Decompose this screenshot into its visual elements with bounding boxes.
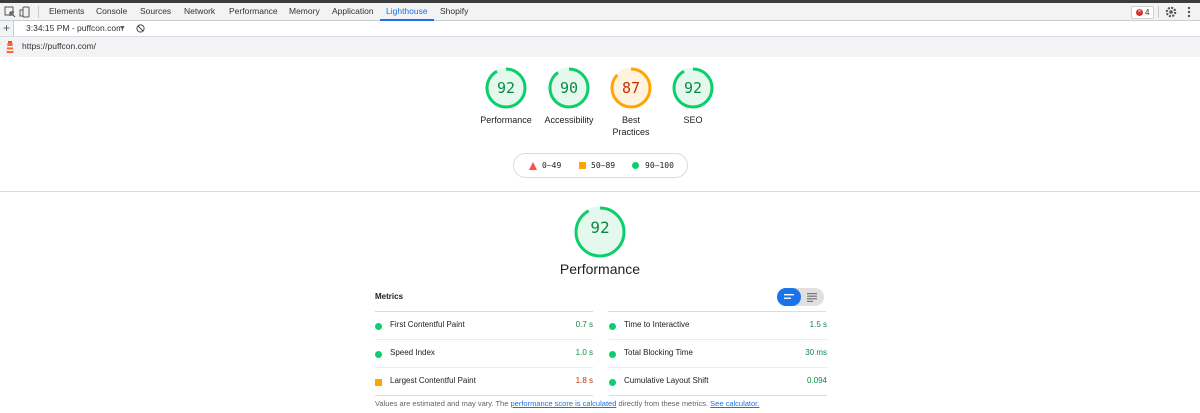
pass-circle-icon <box>609 379 616 386</box>
gauge-best-practices[interactable]: 87 Best Practices <box>599 66 663 138</box>
metric-value: 0.7 s <box>575 320 593 329</box>
pass-circle-icon <box>609 351 616 358</box>
gauge-label: SEO <box>683 115 703 125</box>
metric-value: 1.5 s <box>809 320 827 329</box>
more-options-icon[interactable] <box>1182 5 1196 19</box>
footnote-middle: directly from these metrics. <box>616 399 711 408</box>
toolbar-separator <box>1158 6 1159 18</box>
score-calculated-link[interactable]: performance score is calculated <box>510 399 616 408</box>
metric-name: Speed Index <box>390 348 435 357</box>
metric-total-blocking-time: Total Blocking Time 30 ms <box>609 340 827 368</box>
gauge-label: Accessibility <box>544 115 594 125</box>
metric-time-to-interactive: Time to Interactive 1.5 s <box>609 312 827 340</box>
summary-lines-icon <box>784 294 794 299</box>
toolbar-separator <box>38 6 39 18</box>
average-square-icon <box>579 162 586 169</box>
score-legend: 0–49 50–89 90–100 <box>513 153 688 178</box>
pass-circle-icon <box>609 323 616 330</box>
pass-circle-icon <box>375 351 382 358</box>
metric-name: Total Blocking Time <box>624 348 693 357</box>
new-report-button[interactable]: + <box>0 21 14 36</box>
tab-network[interactable]: Network <box>178 3 221 21</box>
metrics-footnote: Values are estimated and may vary. The p… <box>375 399 759 409</box>
inspect-element-icon[interactable] <box>3 5 17 19</box>
summary-view-button[interactable] <box>777 288 801 306</box>
metric-largest-contentful-paint: Largest Contentful Paint 1.8 s <box>375 368 593 396</box>
device-toolbar-icon[interactable] <box>19 5 33 19</box>
metric-name: Cumulative Layout Shift <box>624 376 709 385</box>
chevron-down-icon[interactable]: ▼ <box>119 23 126 34</box>
metric-cumulative-layout-shift: Cumulative Layout Shift 0.094 <box>609 368 827 396</box>
see-calculator-link[interactable]: See calculator. <box>710 399 759 408</box>
gauge-seo[interactable]: 92 SEO <box>661 66 725 126</box>
error-icon: × <box>1136 9 1143 16</box>
gauge-performance[interactable]: 92 Performance <box>474 66 538 126</box>
metric-name: Largest Contentful Paint <box>390 376 476 385</box>
legend-pass-range: 90–100 <box>645 161 674 170</box>
tab-performance[interactable]: Performance <box>223 3 284 21</box>
metric-first-contentful-paint: First Contentful Paint 0.7 s <box>375 312 593 340</box>
tab-sources[interactable]: Sources <box>134 3 177 21</box>
metric-value: 1.8 s <box>575 376 593 385</box>
metric-name: First Contentful Paint <box>390 320 465 329</box>
gauge-label: Performance <box>480 115 532 125</box>
gauge-score: 92 <box>496 79 516 97</box>
fail-triangle-icon <box>529 162 537 170</box>
section-divider <box>0 191 1200 192</box>
performance-title: Performance <box>559 261 641 277</box>
metric-speed-index: Speed Index 1.0 s <box>375 340 593 368</box>
pass-circle-icon <box>375 323 382 330</box>
report-url-bar: https://puffcon.com/ <box>0 37 1200 57</box>
footnote-prefix: Values are estimated and may vary. The <box>375 399 511 408</box>
gauge-score: 90 <box>559 79 579 97</box>
gauge-label: Best Practices <box>612 115 650 137</box>
page-url[interactable]: https://puffcon.com/ <box>22 41 96 52</box>
error-count: 4 <box>1145 8 1150 17</box>
metrics-heading: Metrics <box>375 292 404 301</box>
settings-gear-icon[interactable] <box>1164 5 1178 19</box>
lighthouse-logo-icon <box>6 41 14 53</box>
tab-memory[interactable]: Memory <box>283 3 326 21</box>
clear-reports-icon[interactable] <box>136 24 145 33</box>
tab-application[interactable]: Application <box>326 3 380 21</box>
metric-name: Time to Interactive <box>624 320 690 329</box>
performance-score-value: 92 <box>590 218 610 237</box>
devtools-tab-bar: Elements Console Sources Network Performance… <box>0 3 1200 21</box>
legend-average-range: 50–89 <box>591 161 616 170</box>
metric-value: 30 ms <box>805 348 827 357</box>
pass-circle-icon <box>632 162 639 169</box>
expanded-view-icon[interactable] <box>807 293 817 302</box>
metric-value: 1.0 s <box>575 348 593 357</box>
gauge-score: 92 <box>683 79 703 97</box>
metrics-view-toggle[interactable] <box>777 288 824 306</box>
error-counter[interactable]: × 4 <box>1131 6 1155 19</box>
gauge-score: 87 <box>621 79 641 97</box>
average-square-icon <box>375 379 382 386</box>
tab-console[interactable]: Console <box>90 3 133 21</box>
metric-value: 0.094 <box>806 376 827 385</box>
tab-lighthouse[interactable]: Lighthouse <box>380 3 434 21</box>
tab-elements[interactable]: Elements <box>43 3 90 21</box>
report-selector[interactable]: 3:34:15 PM - puffcon.com <box>26 23 123 34</box>
gauge-accessibility[interactable]: 90 Accessibility <box>537 66 601 126</box>
legend-fail-range: 0–49 <box>542 161 562 170</box>
tab-shopify[interactable]: Shopify <box>434 3 474 21</box>
lighthouse-report-bar: + 3:34:15 PM - puffcon.com ▼ <box>0 21 1200 37</box>
